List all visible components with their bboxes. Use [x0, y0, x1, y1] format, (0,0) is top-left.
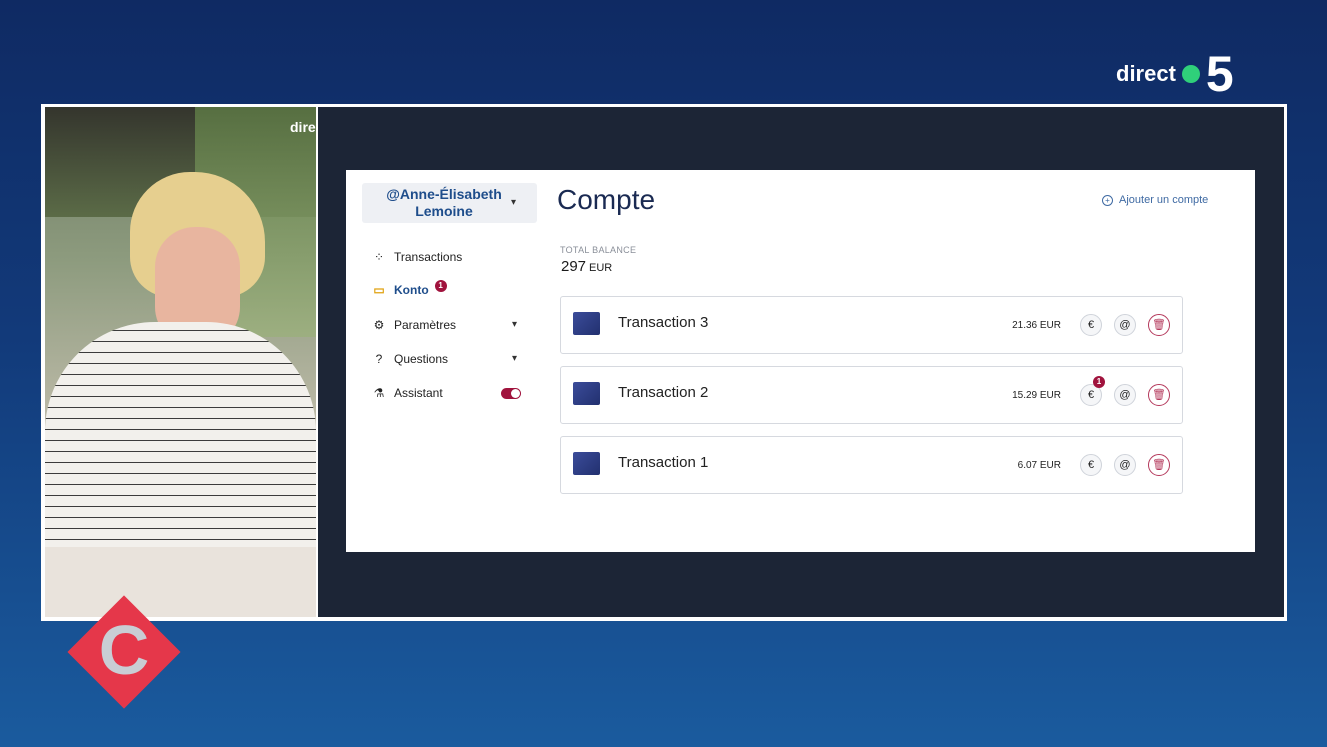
at-sign-icon[interactable]: @ [1114, 314, 1136, 336]
transaction-thumbnail [573, 382, 600, 405]
assistant-toggle[interactable] [501, 388, 521, 399]
at-sign-icon[interactable]: @ [1114, 384, 1136, 406]
grid-icon: ⁘ [373, 250, 385, 264]
sidebar-item-label: Paramètres [394, 318, 457, 332]
at-sign-icon[interactable]: @ [1114, 454, 1136, 476]
transaction-name: Transaction 3 [618, 314, 709, 331]
help-circle-icon: ? [375, 352, 383, 366]
trash-icon[interactable]: 🗑 [1148, 384, 1170, 406]
transaction-name: Transaction 1 [618, 454, 709, 471]
chevron-down-icon: ▾ [512, 319, 518, 330]
wallet-icon: ▭ [373, 283, 385, 297]
add-account-label: Ajouter un compte [1119, 194, 1209, 206]
channel-logo: direct 5 [1116, 46, 1234, 102]
direct-label: direct [1116, 61, 1176, 86]
euro-icon[interactable]: € [1080, 454, 1102, 476]
transaction-thumbnail [573, 452, 600, 475]
toggle-knob [511, 389, 520, 398]
trash-icon[interactable]: 🗑 [1148, 314, 1170, 336]
transaction-amount: 21.36 EUR [1012, 320, 1061, 331]
chevron-down-icon: ▾ [511, 197, 517, 208]
page-title: Compte [557, 184, 656, 215]
transaction-list: Transaction 3 21.36 EUR € @ 🗑 Transactio… [560, 296, 1183, 506]
sidebar-item-parametres[interactable]: ⚙ Paramètres ▾ [372, 316, 517, 334]
logo-letter: C [98, 611, 150, 689]
transaction-amount: 15.29 EUR [1012, 390, 1061, 401]
channel-number: 5 [1205, 46, 1234, 102]
banking-app: @Anne-Élisabeth Lemoine ▾ ⁘ Transactions… [346, 170, 1255, 552]
transaction-row[interactable]: Transaction 2 15.29 EUR €1 @ 🗑 [560, 366, 1183, 424]
gear-icon: ⚙ [373, 318, 385, 332]
balance-label: TOTAL BALANCE [560, 245, 637, 255]
presenter-video: dire [45, 107, 316, 617]
notification-badge: 1 [434, 280, 447, 292]
sidebar-item-label: Questions [394, 352, 449, 366]
sidebar-item-label: Konto [394, 283, 429, 297]
balance-value: 297 [561, 258, 587, 275]
balance-currency: EUR [589, 262, 613, 274]
sidebar-item-konto[interactable]: ▭ Konto 1 [372, 280, 447, 299]
sidebar-item-transactions[interactable]: ⁘ Transactions [372, 248, 462, 266]
transaction-amount: 6.07 EUR [1017, 460, 1061, 471]
add-account-button[interactable]: + Ajouter un compte [1102, 194, 1208, 206]
plus-circle-icon: + [1102, 194, 1113, 206]
flask-icon: ⚗ [373, 386, 385, 400]
euro-icon[interactable]: € [1080, 314, 1102, 336]
sidebar-item-questions[interactable]: ? Questions ▾ [372, 350, 517, 368]
transaction-name: Transaction 2 [618, 384, 709, 401]
balance-amount: 297 EUR [561, 258, 612, 275]
sidebar-item-assistant[interactable]: ⚗ Assistant [372, 384, 443, 402]
sidebar-item-label: Assistant [394, 386, 443, 400]
trash-icon[interactable]: 🗑 [1148, 454, 1170, 476]
transaction-thumbnail [573, 312, 600, 335]
euro-icon[interactable]: €1 [1080, 376, 1105, 406]
user-selector[interactable]: @Anne-Élisabeth Lemoine ▾ [362, 183, 537, 223]
chevron-down-icon: ▾ [512, 353, 518, 364]
video-overlay-text: dire [290, 119, 316, 135]
user-name: @Anne-Élisabeth Lemoine [386, 186, 502, 219]
sidebar-item-label: Transactions [394, 250, 463, 264]
show-logo: C [67, 595, 181, 709]
transaction-row[interactable]: Transaction 1 6.07 EUR € @ 🗑 [560, 436, 1183, 494]
transaction-row[interactable]: Transaction 3 21.36 EUR € @ 🗑 [560, 296, 1183, 354]
live-dot-icon [1181, 65, 1200, 83]
notification-badge: 1 [1093, 376, 1105, 388]
